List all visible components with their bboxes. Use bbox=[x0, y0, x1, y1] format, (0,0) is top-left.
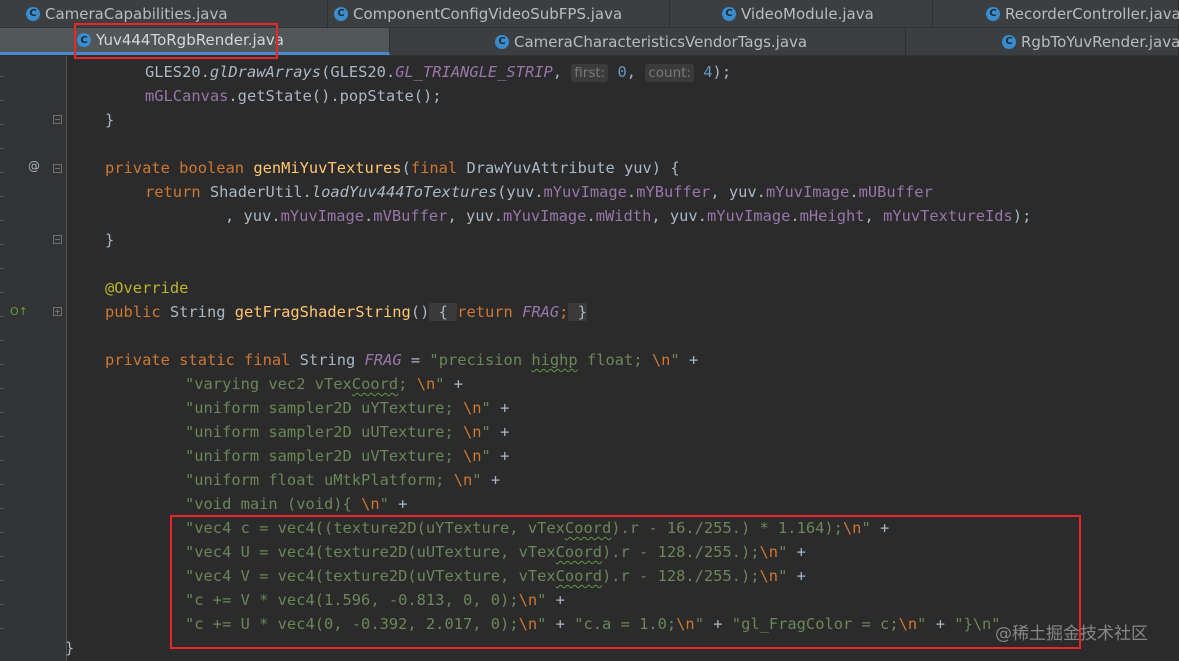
code-line-21: "c += U * vec4(0, -0.392, 2.017, 0);\n" … bbox=[185, 615, 1001, 633]
java-class-icon: C bbox=[1002, 34, 1016, 49]
code-line-4: private boolean genMiYuvTextures(final D… bbox=[105, 159, 680, 177]
tab-yuv444-to-rgb-render[interactable]: C Yuv444ToRgbRender.java bbox=[0, 28, 390, 55]
watermark: @稀土掘金技术社区 bbox=[995, 624, 1148, 644]
code-line-16: "void main (void){ \n" + bbox=[185, 495, 408, 513]
fold-expand-icon[interactable]: + bbox=[53, 307, 62, 316]
code-line-12: "uniform sampler2D uYTexture; \n" + bbox=[185, 399, 510, 417]
param-hint-first: first: bbox=[571, 64, 609, 82]
code-line-19: "vec4 V = vec4(texture2D(uVTexture, vTex… bbox=[185, 567, 806, 585]
code-line-11: "varying vec2 vTexCoord; \n" + bbox=[185, 375, 464, 393]
tab-label: RecorderController.java bbox=[1005, 4, 1179, 23]
code-line-6: , yuv.mYuvImage.mVBuffer, yuv.mYuvImage.… bbox=[225, 207, 1032, 225]
java-class-icon: C bbox=[722, 6, 736, 21]
tab-rgb-to-yuv-render[interactable]: C RgbToYuvRender.java bbox=[906, 28, 1179, 55]
java-class-icon: C bbox=[26, 6, 40, 21]
tab-component-config-video-sub-fps[interactable]: C ComponentConfigVideoSubFPS.java bbox=[328, 0, 670, 27]
java-class-icon: C bbox=[986, 6, 1000, 21]
code-line-15: "uniform float uMtkPlatform; \n" + bbox=[185, 471, 501, 489]
code-line-7: } bbox=[105, 231, 115, 249]
param-hint-count: count: bbox=[645, 64, 694, 82]
code-line-17: "vec4 c = vec4((texture2D(uYTexture, vTe… bbox=[185, 519, 890, 537]
code-line-22: } bbox=[65, 639, 75, 657]
editor-gutter[interactable]: − @ − − O↑ + bbox=[0, 56, 67, 661]
fold-end-icon[interactable]: − bbox=[53, 235, 62, 244]
java-class-icon: C bbox=[77, 33, 91, 47]
override-marker-icon[interactable]: O↑ bbox=[10, 305, 28, 318]
code-line-2: mGLCanvas.getState().popState(); bbox=[145, 87, 442, 105]
tab-recorder-controller[interactable]: C RecorderController.java bbox=[933, 0, 1179, 27]
java-class-icon: C bbox=[495, 34, 509, 49]
code-line-3: } bbox=[105, 111, 115, 129]
code-line-18: "vec4 U = vec4(texture2D(uUTexture, vTex… bbox=[185, 543, 806, 561]
code-line-13: "uniform sampler2D uUTexture; \n" + bbox=[185, 423, 510, 441]
tab-label: RgbToYuvRender.java bbox=[1021, 32, 1179, 51]
fold-start-icon[interactable]: − bbox=[53, 164, 62, 173]
code-line-14: "uniform sampler2D uVTexture; \n" + bbox=[185, 447, 510, 465]
tab-video-module[interactable]: C VideoModule.java bbox=[670, 0, 933, 27]
tab-label: Yuv444ToRgbRender.java bbox=[96, 31, 284, 49]
code-line-20: "c += V * vec4(1.596, -0.813, 0, 0);\n" … bbox=[185, 591, 565, 609]
tab-label: ComponentConfigVideoSubFPS.java bbox=[353, 4, 623, 23]
editor-tabs-row-2: C Yuv444ToRgbRender.java C CameraCharact… bbox=[0, 28, 1179, 56]
code-line-5: return ShaderUtil.loadYuv444ToTextures(y… bbox=[145, 183, 933, 201]
tab-camera-characteristics-vendor-tags[interactable]: C CameraCharacteristicsVendorTags.java bbox=[390, 28, 906, 55]
tab-label: VideoModule.java bbox=[741, 4, 874, 23]
implements-marker-icon[interactable]: @ bbox=[28, 159, 40, 173]
code-line-8: @Override bbox=[105, 279, 189, 297]
java-class-icon: C bbox=[334, 6, 348, 21]
code-editor[interactable]: − @ − − O↑ + GLES20.glDrawArrays(GLES20.… bbox=[0, 56, 1179, 661]
code-line-9: public String getFragShaderString() { re… bbox=[105, 303, 587, 321]
tab-label: CameraCharacteristicsVendorTags.java bbox=[514, 32, 808, 51]
tab-camera-capabilities[interactable]: C CameraCapabilities.java bbox=[0, 0, 328, 27]
code-line-10: private static final String FRAG = "prec… bbox=[105, 351, 699, 369]
tab-label: CameraCapabilities.java bbox=[45, 4, 228, 23]
folded-region[interactable]: { bbox=[429, 303, 458, 321]
fold-end-icon[interactable]: − bbox=[53, 115, 62, 124]
folded-region-end[interactable]: } bbox=[568, 303, 587, 321]
code-line-1: GLES20.glDrawArrays(GLES20.GL_TRIANGLE_S… bbox=[145, 63, 732, 82]
editor-tabs-row-1: C CameraCapabilities.java C ComponentCon… bbox=[0, 0, 1179, 28]
